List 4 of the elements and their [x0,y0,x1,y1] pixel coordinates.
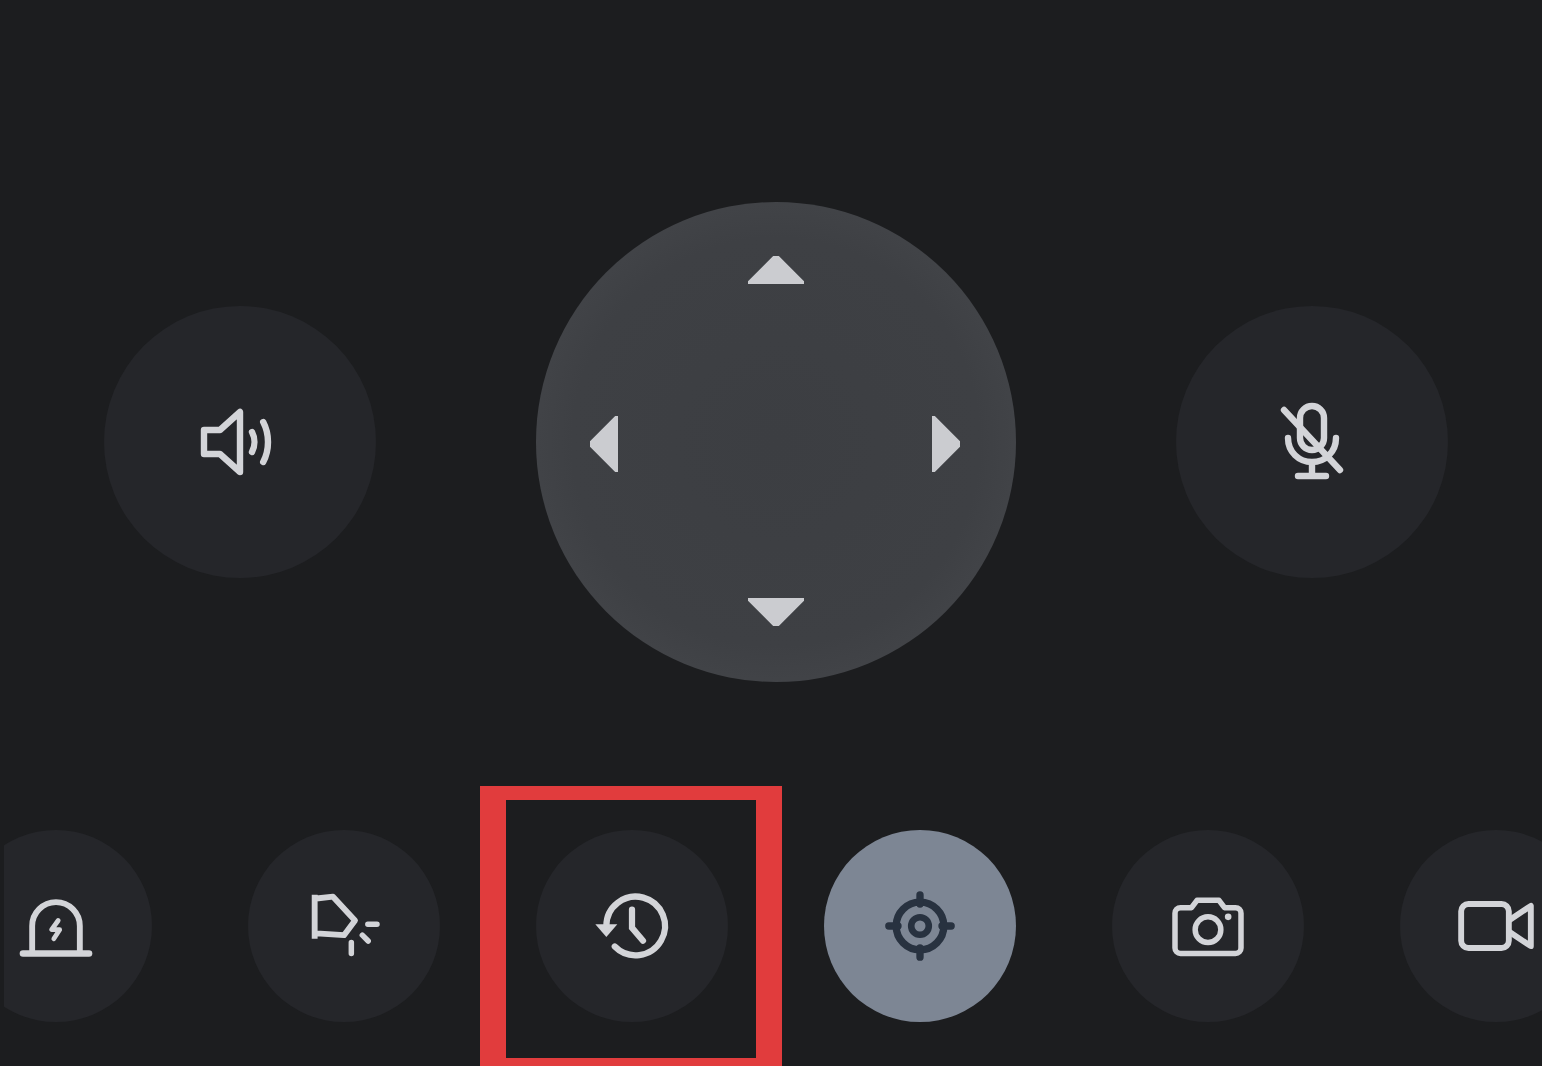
triangle-up-icon [747,256,803,284]
triangle-left-icon [589,416,617,472]
triangle-right-icon [931,416,959,472]
triangle-down-icon [747,598,803,626]
